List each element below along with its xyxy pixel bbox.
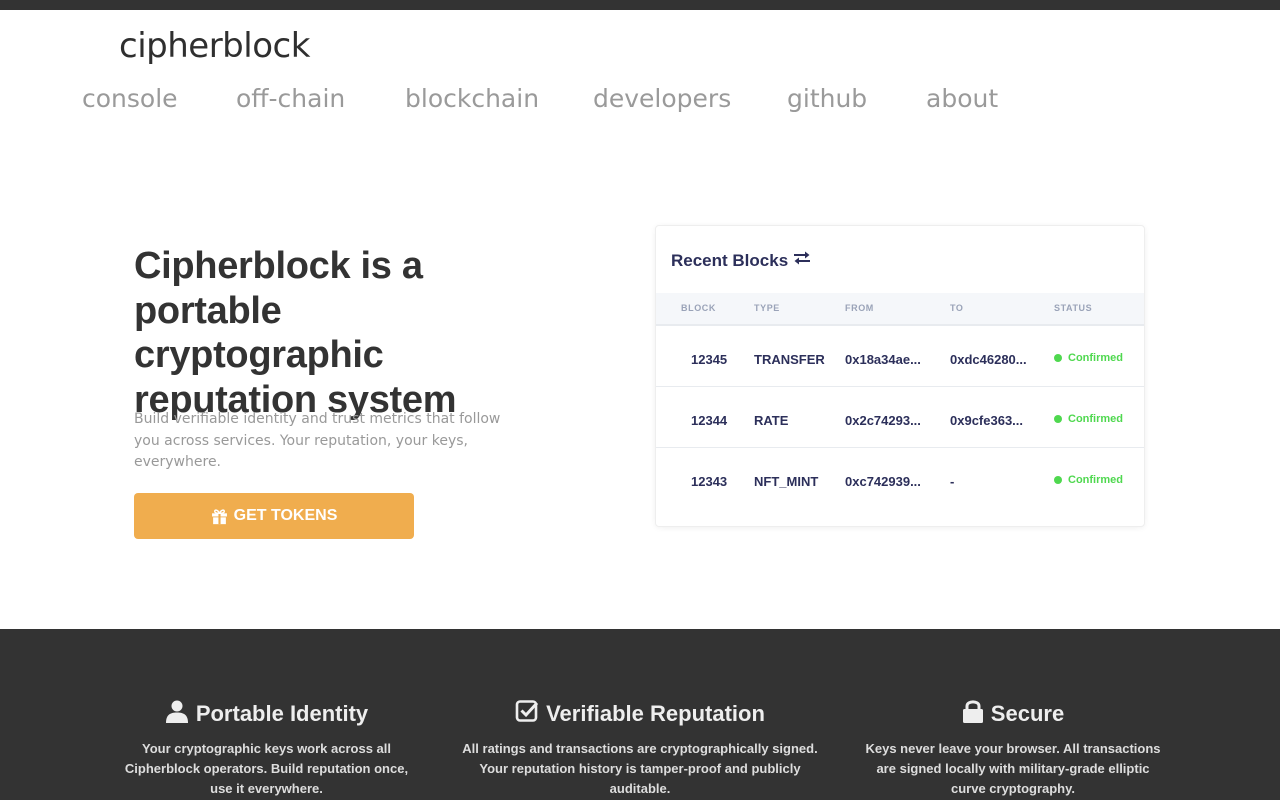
block-to[interactable]: 0x9cfe363... — [950, 413, 1023, 428]
block-to: - — [950, 474, 955, 489]
column-header-status: STATUS — [1054, 303, 1093, 313]
block-number: 12343 — [691, 474, 728, 489]
feature-description: Your cryptographic keys work across all … — [124, 741, 409, 796]
table-row[interactable]: 12345 TRANSFER 0x18a34ae... 0xdc46280...… — [656, 326, 1144, 387]
feature-description: Keys never leave your browser. All trans… — [865, 741, 1161, 796]
feature-heading: Verifiable Reputation — [458, 699, 822, 729]
features-section: Portable Identity Your cryptographic key… — [0, 629, 1280, 800]
status-dot-icon — [1054, 354, 1062, 362]
nav-item-developers[interactable]: developers — [593, 84, 731, 113]
column-header-block: BLOCK — [681, 303, 716, 313]
feature-heading: Secure — [864, 699, 1162, 729]
feature-title: Portable Identity — [195, 701, 369, 726]
recent-blocks-title-text: Recent Blocks — [671, 250, 789, 270]
block-to[interactable]: 0xdc46280... — [950, 352, 1027, 367]
column-header-type: TYPE — [754, 303, 780, 313]
block-type: RATE — [754, 413, 789, 428]
status-text: Confirmed — [1068, 413, 1123, 425]
exchange-icon — [793, 250, 811, 271]
recent-blocks-title: Recent Blocks — [671, 250, 811, 271]
status-dot-icon — [1054, 476, 1062, 484]
block-type: NFT_MINT — [754, 474, 819, 489]
table-row[interactable]: 12343 NFT_MINT 0xc742939... - Confirmed — [656, 448, 1144, 508]
nav-item-off-chain[interactable]: off-chain — [236, 84, 345, 113]
check-square-icon — [515, 699, 539, 729]
nav-item-about[interactable]: about — [926, 84, 998, 113]
top-bar — [0, 0, 1280, 10]
hero-subtitle: Build verifiable identity and trust metr… — [134, 411, 501, 470]
nav-item-blockchain[interactable]: blockchain — [405, 84, 539, 113]
user-icon — [165, 699, 189, 729]
column-header-from: FROM — [845, 303, 874, 313]
feature-title: Verifiable Reputation — [546, 701, 765, 726]
feature-title: Secure — [990, 701, 1065, 726]
nav-item-github[interactable]: github — [787, 84, 867, 113]
status-dot-icon — [1054, 415, 1062, 423]
status-text: Confirmed — [1068, 474, 1123, 486]
block-from[interactable]: 0x18a34ae... — [845, 352, 921, 367]
table-header: BLOCK TYPE FROM TO STATUS — [656, 293, 1144, 326]
table-row[interactable]: 12344 RATE 0x2c74293... 0x9cfe363... Con… — [656, 387, 1144, 448]
status-badge: Confirmed — [1054, 474, 1123, 486]
get-tokens-label: GET TOKENS — [233, 507, 338, 524]
get-tokens-button[interactable]: GET TOKENS — [134, 493, 414, 539]
status-badge: Confirmed — [1054, 352, 1123, 364]
feature-heading: Portable Identity — [120, 699, 413, 729]
hero-title: Cipherblock is a portable cryptographic … — [134, 245, 457, 421]
block-number: 12344 — [691, 413, 728, 428]
status-badge: Confirmed — [1054, 413, 1123, 425]
gift-icon — [211, 508, 228, 525]
feature-description: All ratings and transactions are cryptog… — [462, 741, 818, 796]
recent-blocks-card: Recent Blocks BLOCK TYPE FROM TO STATUS … — [655, 225, 1145, 527]
block-number: 12345 — [691, 352, 728, 367]
brand-logo[interactable]: cipherblock — [119, 26, 310, 66]
block-from[interactable]: 0x2c74293... — [845, 413, 921, 428]
lock-icon — [962, 699, 984, 729]
status-text: Confirmed — [1068, 352, 1123, 364]
nav-item-console[interactable]: console — [82, 84, 178, 113]
column-header-to: TO — [950, 303, 964, 313]
block-type: TRANSFER — [754, 352, 825, 367]
block-from[interactable]: 0xc742939... — [845, 474, 921, 489]
